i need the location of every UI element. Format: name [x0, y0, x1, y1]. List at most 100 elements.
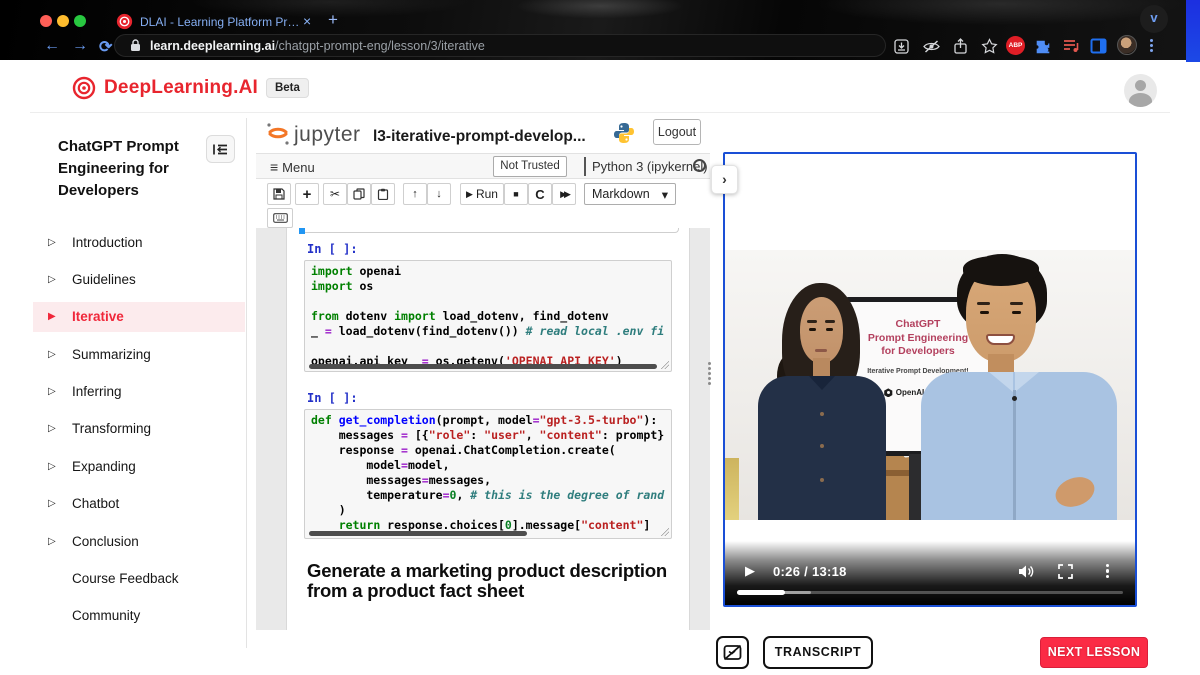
video-player[interactable]: ChatGPTPrompt Engineeringfor Developers …	[723, 152, 1137, 607]
maximize-window-button[interactable]	[74, 15, 86, 27]
bookmark-star-icon[interactable]	[981, 38, 998, 55]
sidebar-item-iterative[interactable]: ▶Iterative	[33, 302, 245, 332]
sidebar-item-introduction[interactable]: ▷Introduction	[33, 227, 245, 257]
lapel-mic	[1012, 396, 1017, 401]
caret-icon: ▷	[48, 274, 72, 285]
stop-kernel-button[interactable]: ■	[504, 183, 528, 205]
transcript-button[interactable]: TRANSCRIPT	[763, 636, 873, 669]
user-avatar[interactable]	[1124, 74, 1157, 107]
sidebar-item-label: Summarizing	[72, 347, 151, 362]
sidebar-item-label: Transforming	[72, 421, 151, 436]
sidebar-item-label: Introduction	[72, 235, 143, 250]
adblock-icon[interactable]: ABP	[1006, 36, 1025, 55]
sidebar-item-summarizing[interactable]: ▷Summarizing	[33, 339, 245, 369]
cell-type-dropdown[interactable]: Markdown▾	[584, 183, 676, 205]
download-icon[interactable]	[893, 38, 910, 55]
sidebar-item-label: Course Feedback	[72, 571, 179, 586]
run-cell-button[interactable]: ▶Run	[460, 183, 504, 205]
deeplearning-logo-icon	[72, 76, 96, 100]
sidebar-item-community[interactable]: Community	[33, 601, 245, 631]
dropdown-caret-icon: ▾	[662, 187, 668, 202]
cell-marker	[299, 228, 305, 234]
video-off-icon	[723, 644, 742, 661]
caret-icon: ▷	[48, 237, 72, 248]
eye-off-icon[interactable]	[922, 38, 941, 55]
video-progress-track[interactable]	[737, 591, 1123, 595]
resize-grip-icon[interactable]	[661, 528, 669, 536]
openai-logo-icon	[884, 388, 893, 397]
sidebar-item-course-feedback[interactable]: Course Feedback	[33, 564, 245, 594]
notebook-scroll-area[interactable]: In [ ]: import openaiimport os from dote…	[256, 228, 710, 630]
menu-button[interactable]: ≡Menu	[270, 159, 315, 175]
url-text[interactable]: learn.deeplearning.ai/chatgpt-prompt-eng…	[150, 39, 485, 53]
cell-hscrollbar[interactable]	[309, 364, 657, 369]
sidebar-item-guidelines[interactable]: ▷Guidelines	[33, 264, 245, 294]
sidebar-item-chatbot[interactable]: ▷Chatbot	[33, 489, 245, 519]
cut-cell-button[interactable]: ✂	[323, 183, 347, 205]
logout-button[interactable]: Logout	[653, 119, 701, 145]
run-icon: ▶	[466, 189, 473, 200]
share-icon[interactable]	[953, 38, 968, 55]
command-palette-button[interactable]	[267, 208, 293, 228]
tab-close-icon[interactable]: ×	[303, 13, 311, 29]
hamburger-icon: ≡	[270, 159, 278, 175]
new-tab-icon[interactable]: +	[328, 10, 338, 30]
browser-tab-title[interactable]: DLAI - Learning Platform Proto	[140, 15, 300, 29]
restart-kernel-button[interactable]: C	[528, 183, 552, 205]
cutoff-cell-edge	[299, 228, 679, 233]
video-controls: ▶ 0:26 / 13:18	[725, 541, 1135, 605]
close-window-button[interactable]	[40, 15, 52, 27]
add-cell-button[interactable]: +	[295, 183, 319, 205]
minimize-window-button[interactable]	[57, 15, 69, 27]
paste-cell-button[interactable]	[371, 183, 395, 205]
reload-icon[interactable]: ⟳	[99, 37, 112, 57]
cell-prompt: In [ ]:	[307, 391, 358, 405]
caret-icon: ▷	[48, 386, 72, 397]
browser-profile-avatar[interactable]	[1117, 35, 1137, 55]
sidebar-collapse-button[interactable]	[206, 135, 235, 163]
sidebar-item-conclusion[interactable]: ▷Conclusion	[33, 526, 245, 556]
browser-menu-icon[interactable]	[1150, 37, 1153, 54]
browser-chrome: DLAI - Learning Platform Proto × + ← → ⟳…	[0, 0, 1200, 60]
jupyter-notebook-panel: jupyter l3-iterative-prompt-develop... L…	[256, 114, 710, 630]
window-chevron-icon[interactable]: v	[1140, 5, 1168, 33]
kernel-name[interactable]: Python 3 (ipykernel)	[592, 159, 708, 174]
playlist-icon[interactable]	[1062, 38, 1080, 54]
next-lesson-button[interactable]: NEXT LESSON	[1040, 637, 1148, 668]
caret-icon: ▷	[48, 536, 72, 547]
panel-drag-handle[interactable]	[708, 360, 711, 387]
sidebar-item-transforming[interactable]: ▷Transforming	[33, 414, 245, 444]
back-icon[interactable]: ←	[44, 37, 60, 55]
cell-hscrollbar[interactable]	[309, 531, 527, 536]
sidebar-item-expanding[interactable]: ▷Expanding	[33, 451, 245, 481]
markdown-heading: Generate a marketing product description…	[307, 561, 685, 600]
kernel-status-icon	[693, 159, 706, 172]
volume-icon[interactable]	[1018, 564, 1035, 579]
notebook-title[interactable]: l3-iterative-prompt-develop...	[373, 128, 586, 146]
site-brand[interactable]: DeepLearning.AI Beta	[72, 76, 309, 100]
toggle-video-button[interactable]	[716, 636, 749, 669]
sidebar-item-label: Inferring	[72, 384, 122, 399]
caret-icon: ▶	[48, 311, 72, 322]
resize-grip-icon[interactable]	[661, 361, 669, 369]
video-menu-icon[interactable]	[1106, 562, 1110, 581]
forward-icon[interactable]: →	[72, 37, 88, 55]
course-nav: ▷Introduction▷Guidelines▶Iterative▷Summa…	[33, 227, 245, 638]
not-trusted-button[interactable]: Not Trusted	[493, 156, 567, 177]
sidebar-item-inferring[interactable]: ▷Inferring	[33, 377, 245, 407]
restart-run-all-button[interactable]: ▶▶	[552, 183, 576, 205]
save-button[interactable]	[267, 183, 291, 205]
move-cell-down-button[interactable]: ↓	[427, 183, 451, 205]
sidebar-item-label: Iterative	[72, 309, 124, 324]
play-icon[interactable]: ▶	[745, 563, 755, 579]
code-cell-input[interactable]: import openaiimport os from dotenv impor…	[304, 260, 672, 372]
fullscreen-icon[interactable]	[1058, 564, 1073, 579]
code-cell-input[interactable]: def get_completion(prompt, model="gpt-3.…	[304, 409, 672, 539]
side-panel-icon[interactable]	[1090, 38, 1107, 54]
sidebar-item-label: Conclusion	[72, 534, 139, 549]
copy-cell-button[interactable]	[347, 183, 371, 205]
presenter-left-face	[800, 297, 843, 363]
video-flyout-button[interactable]: ›	[711, 165, 738, 194]
extension-puzzle-icon[interactable]	[1034, 38, 1052, 56]
move-cell-up-button[interactable]: ↑	[403, 183, 427, 205]
